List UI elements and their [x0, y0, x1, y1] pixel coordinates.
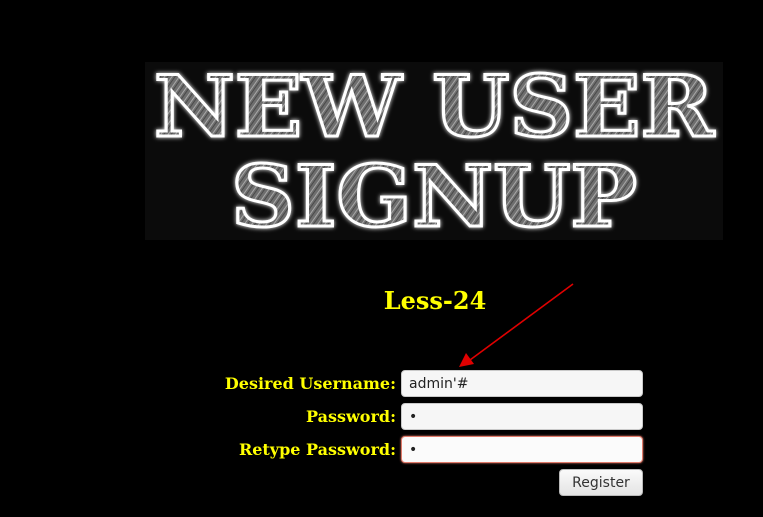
password-label: Password:: [306, 407, 396, 426]
username-label: Desired Username:: [224, 374, 396, 393]
register-button[interactable]: Register: [559, 469, 643, 496]
retype-password-row: Retype Password:: [0, 436, 643, 463]
username-input[interactable]: [401, 370, 643, 397]
username-row: Desired Username:: [0, 370, 643, 397]
signup-banner-graphic: NEW USER SIGNUP: [153, 62, 717, 240]
password-row: Password:: [0, 403, 643, 430]
annotation-arrow-head: [459, 353, 474, 367]
banner-line-2: SIGNUP: [231, 147, 637, 240]
banner-line-1: NEW USER: [154, 62, 715, 156]
password-input[interactable]: [401, 403, 643, 430]
retype-password-input[interactable]: [401, 436, 643, 463]
signup-banner: NEW USER SIGNUP: [145, 62, 723, 240]
retype-password-label: Retype Password:: [238, 440, 396, 459]
lesson-title: Less-24: [383, 286, 487, 315]
